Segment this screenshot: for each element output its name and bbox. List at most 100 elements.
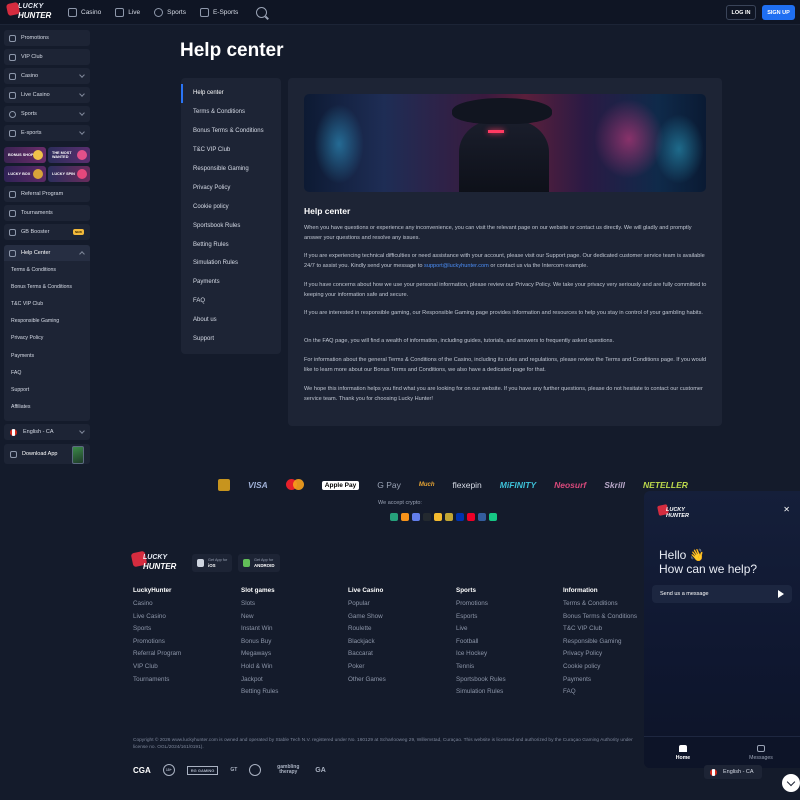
footer-link[interactable]: Game Show [348, 613, 386, 626]
footer-language-selector[interactable]: English - CA [704, 765, 762, 779]
help-sub-faq[interactable]: FAQ [4, 364, 90, 381]
nav-sports[interactable]: Sports [154, 8, 186, 17]
footer-link[interactable]: Blackjack [348, 638, 386, 651]
sidebar-item-gb-booster[interactable]: GB Booster NEW [4, 224, 90, 240]
gt-logo[interactable]: GT [230, 767, 237, 773]
footer-link[interactable]: Other Games [348, 676, 386, 689]
sidebar-item-help-center[interactable]: Help Center [4, 245, 90, 261]
footer-logo[interactable]: LUCKY HUNTER [130, 550, 177, 574]
support-email-link[interactable]: support@luckyhunter.com [424, 263, 489, 269]
footer-link[interactable]: Simulation Rules [456, 688, 506, 701]
help-menu-item-support[interactable]: Support [181, 330, 281, 349]
footer-link[interactable]: Tennis [456, 663, 506, 676]
sidebar-item-live-casino[interactable]: Live Casino [4, 87, 90, 103]
help-sub-responsible-gaming[interactable]: Responsible Gaming [4, 313, 90, 330]
footer-link[interactable]: Jackpot [241, 676, 278, 689]
sidebar-item-esports[interactable]: E-sports [4, 125, 90, 141]
footer-link[interactable]: Promotions [456, 600, 506, 613]
footer-link[interactable]: Ice Hockey [456, 650, 506, 663]
promo-bonus-shop[interactable]: BONUS SHOP [4, 147, 46, 163]
sidebar-item-promotions[interactable]: Promotions [4, 30, 90, 46]
help-menu-item-betting-rules[interactable]: Betting Rules [181, 235, 281, 254]
signup-button[interactable]: SIGN UP [762, 5, 795, 20]
chat-tab-messages[interactable]: Messages [722, 737, 800, 768]
chat-tab-home[interactable]: Home [644, 737, 722, 768]
lucky-hunter-logo[interactable]: LUCKY HUNTER [5, 1, 58, 23]
footer-link[interactable]: Roulette [348, 625, 386, 638]
footer-link[interactable]: Football [456, 638, 506, 651]
promo-lucky-spin[interactable]: LUCKY SPIN [48, 166, 90, 182]
help-menu-item-faq[interactable]: FAQ [181, 292, 281, 311]
promo-most-wanted[interactable]: THE MOST WANTED [48, 147, 90, 163]
help-sub-payments[interactable]: Payments [4, 347, 90, 364]
help-menu-item-payments[interactable]: Payments [181, 273, 281, 292]
footer-link[interactable]: Privacy Policy [563, 650, 637, 663]
footer-link[interactable]: Live [456, 625, 506, 638]
sidebar-item-referral[interactable]: Referral Program [4, 186, 90, 202]
footer-link[interactable]: Responsible Gaming [563, 638, 637, 651]
footer-link[interactable]: Bonus Terms & Conditions [563, 613, 637, 626]
download-app-button[interactable]: Download App [4, 444, 90, 464]
footer-link[interactable]: Casino [133, 600, 181, 613]
footer-link[interactable]: Sports [133, 625, 181, 638]
footer-link[interactable]: Live Casino [133, 613, 181, 626]
footer-link[interactable]: Sportsbook Rules [456, 676, 506, 689]
ga-logo[interactable]: GA [315, 767, 326, 774]
footer-link[interactable]: Cookie policy [563, 663, 637, 676]
help-menu-item-privacy[interactable]: Privacy Policy [181, 178, 281, 197]
search-icon[interactable] [256, 7, 268, 18]
footer-link[interactable]: Slots [241, 600, 278, 613]
rg-gaming-logo[interactable]: RG GAMING [186, 765, 219, 775]
language-selector[interactable]: English - CA [4, 424, 90, 440]
help-menu-item-about[interactable]: About us [181, 311, 281, 330]
footer-link[interactable]: Bonus Buy [241, 638, 278, 651]
footer-link[interactable]: Megaways [241, 650, 278, 663]
sidebar-item-tournaments[interactable]: Tournaments [4, 205, 90, 221]
login-button[interactable]: LOG IN [726, 5, 756, 20]
footer-link[interactable]: FAQ [563, 688, 637, 701]
sidebar-item-casino[interactable]: Casino [4, 68, 90, 84]
scroll-down-button[interactable] [782, 774, 800, 792]
promo-lucky-box[interactable]: LUCKY BOX [4, 166, 46, 182]
help-menu-item-sportsbook-rules[interactable]: Sportsbook Rules [181, 216, 281, 235]
sidebar-item-sports[interactable]: Sports [4, 106, 90, 122]
gambling-therapy-logo[interactable]: gambling therapy [273, 765, 303, 775]
help-sub-privacy[interactable]: Privacy Policy [4, 330, 90, 347]
get-app-android-button[interactable]: Get App for ANDROID [238, 554, 280, 572]
help-menu-item-simulation-rules[interactable]: Simulation Rules [181, 254, 281, 273]
help-menu-item-vip-terms[interactable]: T&C VIP Club [181, 141, 281, 160]
get-app-ios-button[interactable]: Get App for iOS [192, 554, 233, 572]
help-menu-item-help-center[interactable]: Help center [181, 84, 281, 103]
footer-link[interactable]: Hold & Win [241, 663, 278, 676]
nav-esports[interactable]: E-Sports [199, 8, 238, 17]
footer-link[interactable]: Poker [348, 663, 386, 676]
send-message-button[interactable]: Send us a message [652, 585, 792, 603]
footer-link[interactable]: Referral Program [133, 650, 181, 663]
footer-link[interactable]: T&C VIP Club [563, 625, 637, 638]
footer-link[interactable]: Baccarat [348, 650, 386, 663]
footer-link[interactable]: Betting Rules [241, 688, 278, 701]
footer-link[interactable]: New [241, 613, 278, 626]
help-sub-terms[interactable]: Terms & Conditions [4, 261, 90, 278]
nav-casino[interactable]: Casino [68, 8, 101, 17]
nav-live[interactable]: Live [115, 8, 140, 17]
footer-link[interactable]: Tournaments [133, 676, 181, 689]
help-sub-vip-terms[interactable]: T&C VIP Club [4, 295, 90, 312]
footer-link[interactable]: Instant Win [241, 625, 278, 638]
sidebar-item-vip-club[interactable]: VIP Club [4, 49, 90, 65]
help-sub-affiliates[interactable]: Affiliates [4, 399, 90, 416]
footer-link[interactable]: Payments [563, 676, 637, 689]
footer-link[interactable]: Esports [456, 613, 506, 626]
help-menu-item-terms[interactable]: Terms & Conditions [181, 103, 281, 122]
cga-logo[interactable]: CGA [133, 766, 151, 775]
footer-link[interactable]: Promotions [133, 638, 181, 651]
help-sub-support[interactable]: Support [4, 381, 90, 398]
help-sub-bonus-terms[interactable]: Bonus Terms & Conditions [4, 278, 90, 295]
footer-link[interactable]: Popular [348, 600, 386, 613]
help-menu-item-responsible-gaming[interactable]: Responsible Gaming [181, 160, 281, 179]
footer-link[interactable]: VIP Club [133, 663, 181, 676]
help-menu-item-bonus-terms[interactable]: Bonus Terms & Conditions [181, 122, 281, 141]
footer-link[interactable]: Terms & Conditions [563, 600, 637, 613]
help-menu-item-cookie[interactable]: Cookie policy [181, 197, 281, 216]
close-icon[interactable]: ✕ [783, 505, 790, 514]
